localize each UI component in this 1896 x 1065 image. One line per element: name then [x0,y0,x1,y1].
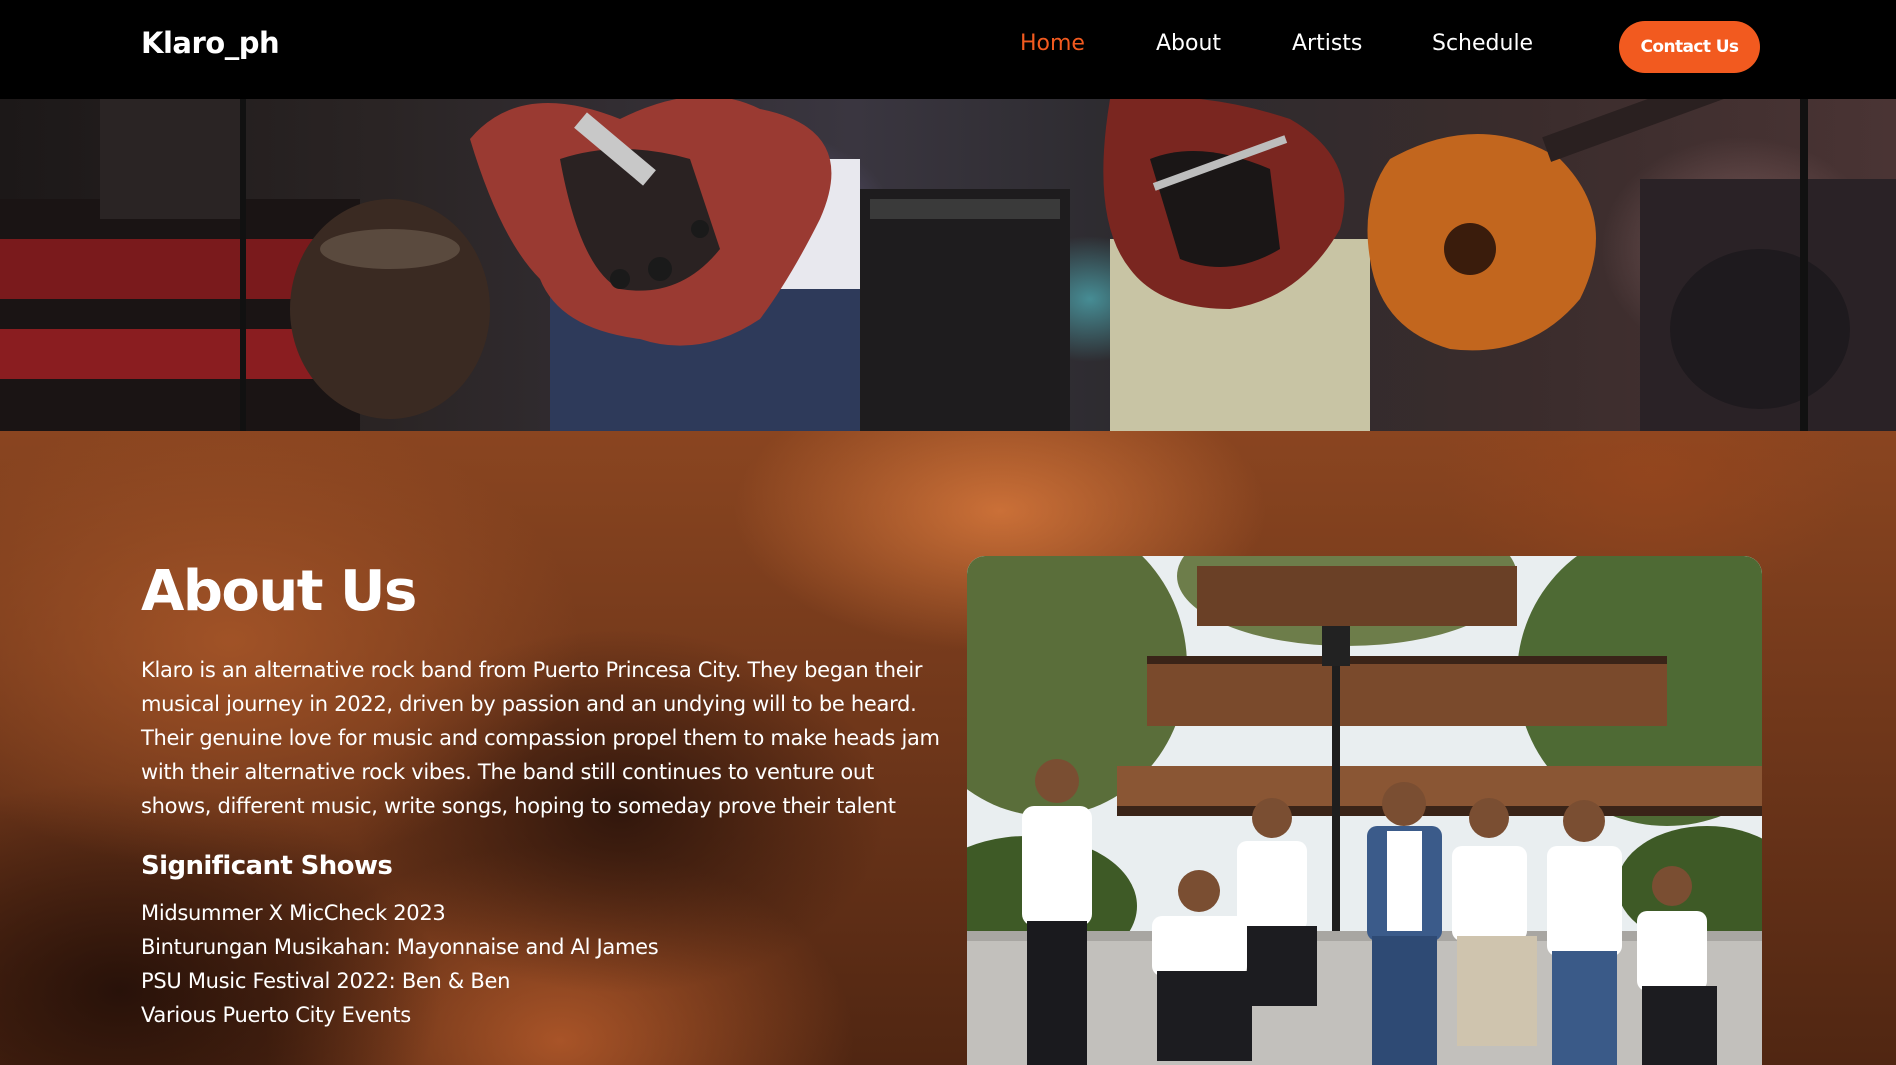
band-photo-illustration [967,556,1762,1065]
significant-shows-title: Significant Shows [141,851,393,881]
nav-link-schedule[interactable]: Schedule [1432,31,1533,56]
show-item: PSU Music Festival 2022: Ben & Ben [141,969,511,993]
show-item: Midsummer X MicCheck 2023 [141,901,446,925]
concert-photo [0,99,1896,431]
significant-shows-list: Midsummer X MicCheck 2023 Binturungan Mu… [141,896,659,1032]
band-group-photo [967,556,1762,1065]
nav-link-about[interactable]: About [1156,31,1221,56]
contact-us-button[interactable]: Contact Us [1619,21,1760,73]
show-item: Binturungan Musikahan: Mayonnaise and Al… [141,935,659,959]
nav-links: Home About Artists Schedule [0,31,1896,65]
about-section: About Us Klaro is an alternative rock ba… [0,431,1896,1065]
nav-link-home[interactable]: Home [1020,31,1085,56]
navbar: Klaro_ph Home About Artists Schedule Con… [0,0,1896,99]
nav-link-artists[interactable]: Artists [1292,31,1362,56]
about-description: Klaro is an alternative rock band from P… [141,658,940,818]
show-item: Various Puerto City Events [141,1003,411,1027]
hero-banner-image [0,99,1896,431]
about-title: About Us [141,559,417,624]
